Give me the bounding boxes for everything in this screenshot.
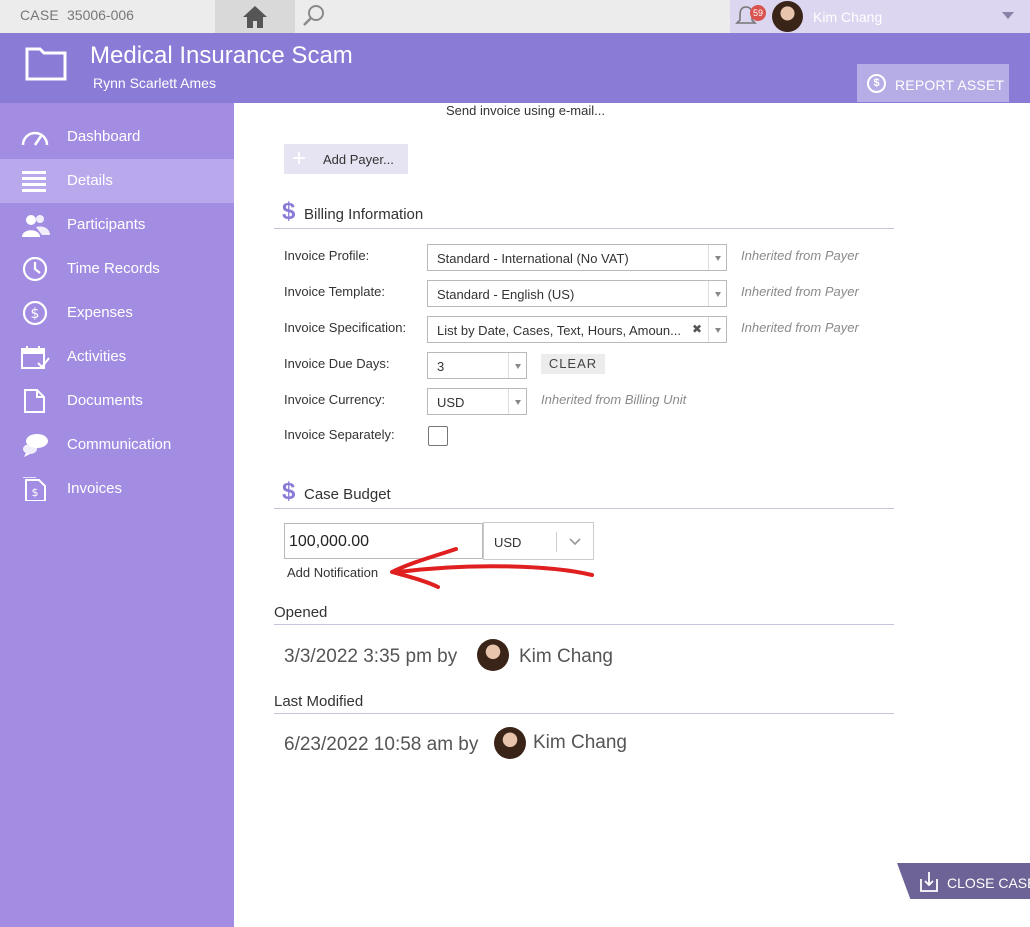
annotation-arrow	[390, 547, 594, 589]
invoice-spec-select[interactable]: List by Date, Cases, Text, Hours, Amoun.…	[427, 316, 727, 343]
invoice-profile-hint: Inherited from Payer	[741, 248, 859, 263]
currency-value: USD	[437, 395, 465, 410]
budget-section-header: $ Case Budget	[274, 478, 894, 509]
case-label: CASE	[20, 7, 59, 23]
sidebar-item-label: Participants	[67, 216, 146, 233]
sidebar-item-label: Documents	[67, 392, 143, 409]
invoice-profile-label: Invoice Profile:	[284, 248, 370, 263]
sidebar-item-activities[interactable]: Activities	[0, 335, 234, 379]
due-days-select[interactable]: 3	[427, 352, 527, 379]
modified-user[interactable]: Kim Chang	[533, 732, 627, 754]
avatar	[494, 727, 526, 759]
sidebar-item-label: Expenses	[67, 304, 133, 321]
separately-label: Invoice Separately:	[284, 427, 395, 442]
invoice-profile-value: Standard - International (No VAT)	[437, 251, 629, 266]
chevron-down-icon[interactable]	[708, 245, 726, 270]
case-header: Medical Insurance Scam Rynn Scarlett Ame…	[0, 33, 1030, 103]
send-invoice-link[interactable]: Send invoice using e-mail...	[446, 103, 605, 118]
top-bar: CASE 35006-006 59 Kim Chang	[0, 0, 1030, 33]
add-payer-button[interactable]: + Add Payer...	[284, 144, 408, 174]
opened-section-title: Opened	[274, 603, 894, 625]
invoice-template-label: Invoice Template:	[284, 284, 385, 299]
sidebar: Dashboard Details Participants Time Reco…	[0, 103, 234, 927]
chevron-down-icon[interactable]	[708, 281, 726, 306]
currency-label: Invoice Currency:	[284, 392, 386, 407]
invoice-profile-select[interactable]: Standard - International (No VAT)	[427, 244, 727, 271]
billing-section-title: Billing Information	[304, 206, 424, 223]
invoice-template-value: Standard - English (US)	[437, 287, 575, 302]
sidebar-item-time-records[interactable]: Time Records	[0, 247, 234, 291]
invoice-template-hint: Inherited from Payer	[741, 284, 859, 299]
report-asset-label: REPORT ASSET	[895, 77, 1005, 93]
chevron-down-icon[interactable]	[508, 353, 526, 378]
sidebar-item-participants[interactable]: Participants	[0, 203, 234, 247]
modified-datetime: 6/23/2022 10:58 am by	[284, 734, 479, 755]
clock-icon	[22, 257, 48, 281]
sidebar-item-expenses[interactable]: $ Expenses	[0, 291, 234, 335]
opened-user[interactable]: Kim Chang	[519, 646, 613, 668]
clear-button[interactable]: CLEAR	[541, 354, 605, 374]
sidebar-item-communication[interactable]: Communication	[0, 423, 234, 467]
dollar-circle-icon: $	[867, 74, 886, 93]
download-icon	[920, 872, 938, 892]
avatar	[477, 639, 509, 671]
dollar-icon: $	[282, 198, 296, 225]
due-days-label: Invoice Due Days:	[284, 356, 390, 371]
list-icon	[22, 171, 46, 192]
sidebar-item-invoices[interactable]: $ Invoices	[0, 467, 234, 511]
sidebar-item-label: Invoices	[67, 480, 123, 497]
avatar[interactable]	[772, 1, 803, 32]
sidebar-item-label: Time Records	[67, 260, 160, 277]
clear-x-icon[interactable]: ✖	[692, 322, 702, 336]
invoice-spec-hint: Inherited from Payer	[741, 320, 859, 335]
user-name[interactable]: Kim Chang	[813, 9, 882, 25]
sidebar-item-details[interactable]: Details	[0, 159, 234, 203]
dollar-icon: $	[282, 478, 296, 505]
invoice-separately-checkbox[interactable]	[428, 426, 448, 446]
sidebar-item-documents[interactable]: Documents	[0, 379, 234, 423]
notification-badge: 59	[750, 5, 766, 21]
add-payer-label: Add Payer...	[323, 152, 394, 167]
modified-section-title: Last Modified	[274, 692, 894, 714]
invoice-icon: $	[23, 477, 46, 501]
svg-text:$: $	[32, 486, 39, 499]
plus-icon: +	[292, 145, 307, 172]
sidebar-item-label: Communication	[67, 436, 172, 453]
page-subtitle: Rynn Scarlett Ames	[93, 75, 216, 91]
invoice-spec-value: List by Date, Cases, Text, Hours, Amoun.…	[437, 323, 681, 338]
people-icon	[22, 215, 50, 237]
close-case-button[interactable]: CLOSE CASE	[897, 863, 1030, 899]
chevron-down-icon[interactable]	[1002, 12, 1014, 19]
opened-datetime: 3/3/2022 3:35 pm by	[284, 646, 458, 667]
calendar-icon	[21, 346, 50, 369]
sidebar-item-dashboard[interactable]: Dashboard	[0, 115, 234, 159]
page-title: Medical Insurance Scam	[90, 42, 353, 69]
sidebar-item-label: Dashboard	[67, 128, 141, 145]
due-days-value: 3	[437, 359, 445, 374]
svg-text:$: $	[31, 306, 40, 322]
home-button[interactable]	[215, 0, 295, 33]
chevron-down-icon[interactable]	[508, 389, 526, 414]
gauge-icon	[21, 131, 49, 146]
case-number: 35006-006	[67, 7, 134, 23]
add-notification-link[interactable]: Add Notification	[287, 565, 378, 580]
currency-select[interactable]: USD	[427, 388, 527, 415]
close-case-label: CLOSE CASE	[947, 875, 1030, 891]
folder-icon	[25, 47, 67, 81]
sidebar-item-label: Details	[67, 172, 113, 189]
main-content: Send invoice using e-mail... + Add Payer…	[234, 103, 1030, 927]
search-icon[interactable]	[302, 4, 326, 28]
dollar-circle-icon: $	[22, 301, 48, 325]
sidebar-item-label: Activities	[67, 348, 127, 365]
chat-icon	[23, 434, 48, 457]
invoice-spec-label: Invoice Specification:	[284, 320, 407, 335]
document-icon	[24, 389, 45, 413]
invoice-template-select[interactable]: Standard - English (US)	[427, 280, 727, 307]
chevron-down-icon[interactable]	[708, 317, 726, 342]
report-asset-button[interactable]: $ REPORT ASSET	[857, 64, 1009, 102]
billing-section-header: $ Billing Information	[274, 198, 894, 229]
budget-section-title: Case Budget	[304, 486, 391, 503]
currency-hint: Inherited from Billing Unit	[541, 392, 687, 407]
home-icon	[243, 6, 267, 28]
